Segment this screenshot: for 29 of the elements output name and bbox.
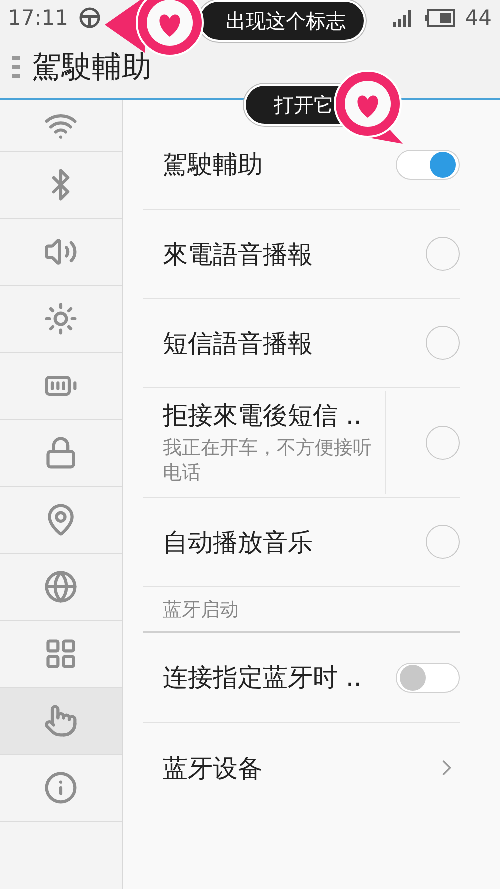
globe-icon <box>44 570 78 604</box>
setting-label: 拒接來電後短信 .. <box>163 400 363 432</box>
sun-icon <box>44 302 78 336</box>
hand-icon <box>44 704 78 738</box>
sidebar-item[interactable] <box>0 688 122 755</box>
radio-button[interactable] <box>426 326 460 360</box>
setting-label: 自动播放音乐 <box>163 526 314 558</box>
setting-label: 连接指定蓝牙时 .. <box>163 662 363 694</box>
battery-level: 44 <box>465 6 492 30</box>
radio-button[interactable] <box>426 426 460 460</box>
toggle-switch[interactable] <box>396 662 460 692</box>
radio-button[interactable] <box>426 525 460 559</box>
section-header: 蓝牙启动 <box>163 598 239 623</box>
toggle-switch[interactable] <box>396 150 460 180</box>
callout-label: 出现这个标志 <box>198 0 366 42</box>
setting-label: 短信語音播報 <box>163 328 314 360</box>
clock-time: 17:11 <box>8 6 69 30</box>
steering-wheel-icon <box>78 7 101 29</box>
page-title: 駕駛輔助 <box>32 48 152 86</box>
setting-label[interactable]: 蓝牙设备 <box>163 752 434 784</box>
lock-icon <box>44 436 78 470</box>
setting-label: 駕駛輔助 <box>163 149 264 181</box>
grid-icon <box>44 637 78 671</box>
setting-description: 我正在开车，不方便接听电话 <box>163 436 373 486</box>
setting-label: 來電語音播報 <box>163 238 314 270</box>
menu-icon[interactable] <box>12 54 20 80</box>
radio-button[interactable] <box>426 237 460 271</box>
battery-status-icon <box>425 9 456 27</box>
info-icon <box>44 771 78 805</box>
